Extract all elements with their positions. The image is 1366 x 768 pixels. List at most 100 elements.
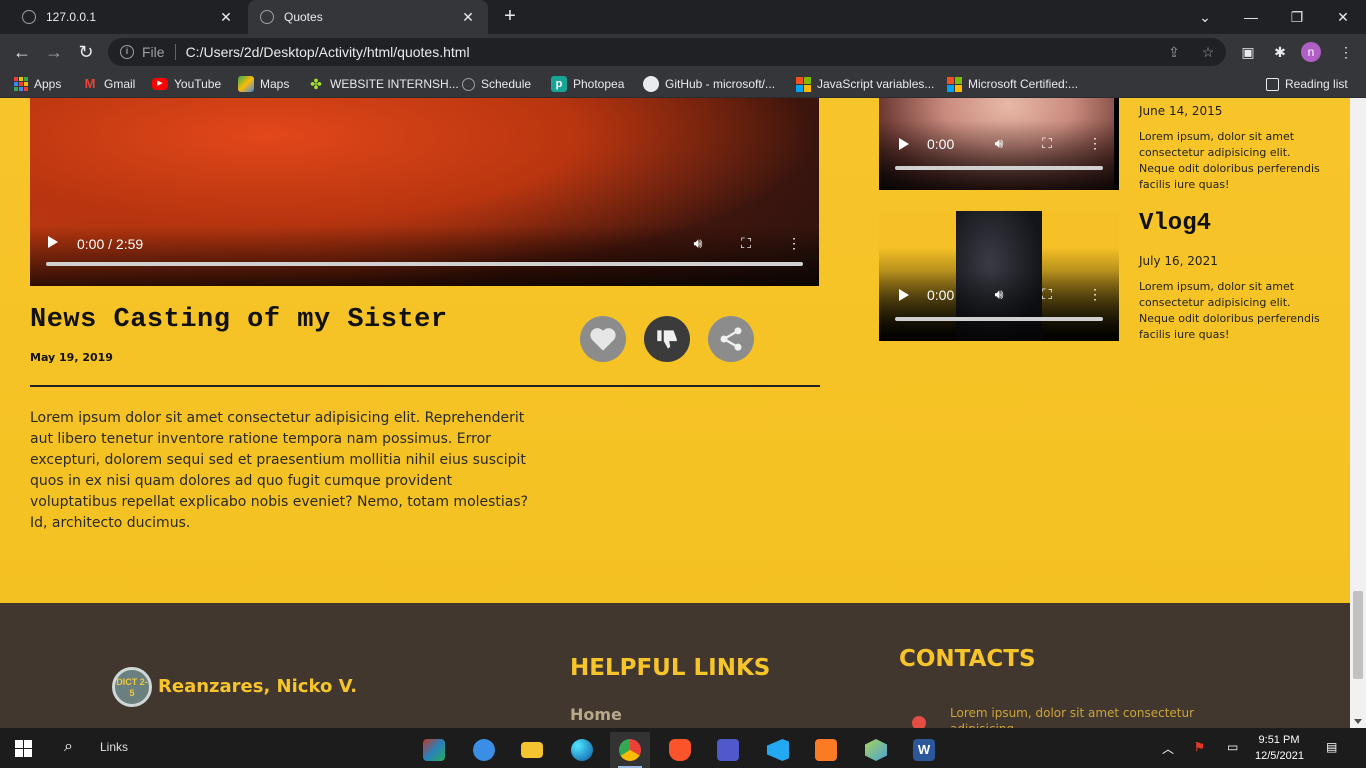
vlog-title: Vlog4 — [1139, 210, 1212, 237]
vlog-description: Lorem ipsum, dolor sit amet consectetur … — [1139, 130, 1320, 191]
divider — [174, 44, 176, 60]
more-options-icon[interactable]: ⋮ — [784, 235, 804, 252]
site-footer: DICT 2-5 Reanzares, Nicko V. HELPFUL LIN… — [0, 603, 1350, 728]
extensions-icon[interactable]: ✱ — [1268, 40, 1292, 64]
video-progress-bar[interactable] — [895, 317, 1103, 321]
bookmark-label: Photopea — [573, 77, 625, 91]
more-options-icon[interactable]: ⋮ — [1085, 135, 1105, 152]
volume-icon[interactable]: 🔊︎ — [989, 135, 1009, 152]
info-icon[interactable]: i — [120, 45, 134, 59]
show-hidden-icons-icon[interactable]: ︿ — [1162, 740, 1174, 757]
like-button[interactable] — [580, 316, 626, 362]
bookmark-schedule[interactable]: Schedule — [462, 74, 531, 94]
search-icon[interactable]: ⌕ — [64, 738, 84, 758]
taskbar-search-label[interactable]: Links — [100, 740, 128, 754]
edge-icon[interactable] — [562, 732, 602, 768]
video-time: 0:00 — [927, 136, 955, 152]
close-icon[interactable]: ✕ — [218, 9, 234, 26]
bookmark-github[interactable]: GitHub - microsoft/... — [643, 74, 775, 94]
acrobat-icon[interactable]: ⚑ — [1194, 740, 1205, 754]
bookmark-javascript-variables[interactable]: JavaScript variables... — [796, 74, 934, 94]
share-page-icon[interactable]: ⇪ — [1162, 38, 1186, 66]
url-text[interactable]: C:/Users/2d/Desktop/Activity/html/quotes… — [186, 44, 470, 60]
fullscreen-icon[interactable]: ⛶ — [1037, 286, 1057, 303]
bookmark-youtube[interactable]: ▶ YouTube — [152, 74, 221, 94]
xampp-icon[interactable] — [806, 732, 846, 768]
taskbar-clock[interactable]: 9:51 PM 12/5/2021 — [1255, 732, 1304, 764]
volume-icon[interactable]: 🔊︎ — [989, 286, 1009, 303]
media-icon[interactable]: ▣ — [1236, 40, 1260, 64]
minimize-button[interactable]: — — [1228, 0, 1274, 34]
post-body: Lorem ipsum dolor sit amet consectetur a… — [30, 410, 529, 531]
new-tab-button[interactable]: + — [498, 4, 522, 28]
notifications-icon[interactable]: ▤ — [1326, 740, 1337, 754]
brave-icon[interactable] — [660, 732, 700, 768]
clock-date: 12/5/2021 — [1255, 750, 1304, 762]
fullscreen-icon[interactable]: ⛶ — [1037, 135, 1057, 152]
gmail-icon: M — [84, 76, 96, 91]
side-video-player[interactable]: 0:00 🔊︎ ⛶ ⋮ — [879, 211, 1119, 341]
contacts-heading: CONTACTS — [899, 646, 1036, 672]
location-pin-icon — [909, 713, 929, 728]
bookmark-label: Microsoft Certified:... — [968, 77, 1079, 91]
volume-icon[interactable]: 🔊︎ — [688, 235, 708, 252]
tab-quotes[interactable]: Quotes ✕ — [248, 0, 488, 34]
vlog-date: July 16, 2021 — [1139, 254, 1218, 268]
photopea-icon: p — [551, 76, 567, 92]
file-explorer-icon[interactable] — [512, 732, 552, 768]
bookmark-apps[interactable]: Apps — [14, 74, 61, 94]
network-icon[interactable]: ▭ — [1227, 740, 1238, 754]
bookmark-star-icon[interactable]: ☆ — [1196, 38, 1220, 66]
bookmark-maps[interactable]: Maps — [238, 74, 289, 94]
play-icon[interactable] — [899, 138, 909, 150]
reload-button[interactable]: ↻ — [74, 40, 98, 64]
video-progress-bar[interactable] — [895, 166, 1103, 170]
video-progress-bar[interactable] — [46, 262, 803, 266]
share-icon — [720, 327, 742, 351]
play-icon[interactable] — [48, 236, 58, 248]
profile-avatar[interactable]: n — [1301, 42, 1321, 62]
restore-button[interactable]: ❐ — [1274, 0, 1320, 34]
vscode-icon[interactable] — [758, 732, 798, 768]
heart-icon — [590, 328, 616, 351]
bookmark-microsoft-certified[interactable]: Microsoft Certified:... — [947, 74, 1078, 94]
bookmark-website-internship[interactable]: ✤ WEBSITE INTERNSH... — [308, 74, 459, 94]
tab-localhost[interactable]: 127.0.0.1 ✕ — [10, 0, 246, 34]
bookmark-photopea[interactable]: p Photopea — [551, 74, 624, 94]
vlog-description: Lorem ipsum, dolor sit amet consectetur … — [1139, 280, 1320, 341]
scroll-down-arrow[interactable] — [1354, 719, 1362, 724]
bookmark-gmail[interactable]: M Gmail — [82, 74, 136, 94]
bookmark-label: YouTube — [174, 77, 222, 91]
share-button[interactable] — [708, 316, 754, 362]
tab-title: 127.0.0.1 — [46, 10, 97, 24]
bookmarks-bar: Apps M Gmail ▶ YouTube Maps ✤ WEBSITE IN… — [0, 70, 1366, 98]
main-video-player[interactable]: 0:00 / 2:59 🔊︎ ⛶ ⋮ — [30, 98, 819, 286]
tab-search-button[interactable]: ⌄ — [1182, 0, 1228, 34]
word-icon[interactable]: W — [904, 732, 944, 768]
back-button[interactable]: ← — [10, 40, 34, 64]
teams-icon[interactable] — [708, 732, 748, 768]
video-controls: 0:00 / 2:59 🔊︎ ⛶ ⋮ — [30, 226, 819, 286]
close-icon[interactable]: ✕ — [460, 9, 476, 26]
play-icon[interactable] — [899, 289, 909, 301]
bookmark-label: Gmail — [104, 77, 136, 91]
page-content: 0:00 / 2:59 🔊︎ ⛶ ⋮ News Casting of my Si… — [0, 98, 1350, 728]
footer-link-home[interactable]: Home — [570, 705, 622, 724]
forward-button[interactable]: → — [42, 40, 66, 64]
fullscreen-icon[interactable]: ⛶ — [736, 235, 756, 252]
chrome-icon[interactable] — [610, 732, 650, 768]
winrar-app-icon[interactable] — [414, 732, 454, 768]
page-scrollbar[interactable] — [1350, 98, 1366, 728]
reading-list-button[interactable]: Reading list — [1266, 74, 1348, 94]
close-window-button[interactable]: ✕ — [1320, 0, 1366, 34]
video-controls: 0:00 🔊︎ ⛶ ⋮ — [879, 120, 1119, 190]
side-video-player[interactable]: 0:00 🔊︎ ⛶ ⋮ — [879, 98, 1119, 190]
windows-start-icon[interactable] — [15, 740, 32, 757]
scrollbar-thumb[interactable] — [1353, 591, 1363, 679]
netbeans-icon[interactable] — [856, 732, 896, 768]
address-bar[interactable]: i File C:/Users/2d/Desktop/Activity/html… — [108, 38, 1226, 66]
sync-app-icon[interactable] — [464, 732, 504, 768]
menu-icon[interactable]: ⋮ — [1334, 40, 1358, 64]
dislike-button[interactable] — [644, 316, 690, 362]
more-options-icon[interactable]: ⋮ — [1085, 286, 1105, 303]
